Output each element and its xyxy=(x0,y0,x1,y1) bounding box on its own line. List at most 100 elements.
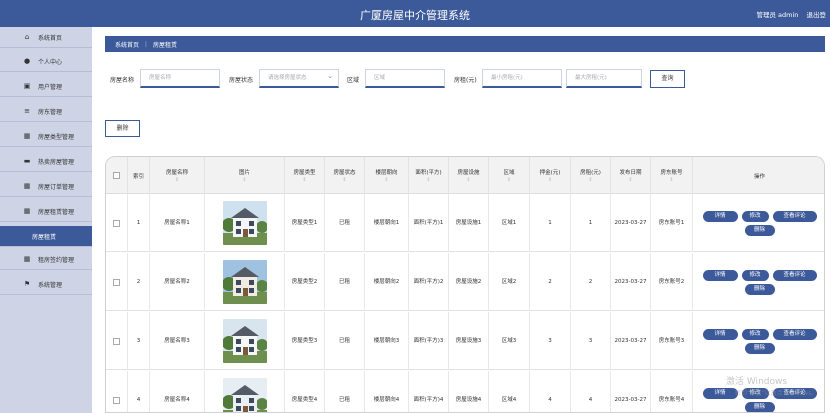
view-comments-button[interactable]: 查看评论 xyxy=(772,210,817,222)
cell-name-text: 房屋名称3 xyxy=(164,337,190,344)
detail-button[interactable]: 详情 xyxy=(702,387,738,399)
detail-button[interactable]: 详情 xyxy=(702,328,738,340)
cell-orientation: 楼层朝向2 xyxy=(365,253,409,311)
grid-icon: ▦ xyxy=(23,132,31,140)
cell-facilities: 房屋设施1 xyxy=(449,194,489,252)
flag-icon: ⚑ xyxy=(23,280,31,288)
select-all-checkbox[interactable] xyxy=(113,172,120,179)
cell-type-text: 房屋类型2 xyxy=(291,278,318,285)
sidebar-item-home[interactable]: ⌂ 系统首页 xyxy=(0,27,92,48)
area-filter-input[interactable]: 区域 xyxy=(365,69,445,88)
filter-bar: 房屋名称 房屋名称 房屋状态 请选择房屋状态 区域 区域 房租(元) 最小房租(… xyxy=(0,68,830,89)
cell-facilities: 房屋设施3 xyxy=(449,312,489,370)
view-comments-button[interactable]: 查看评论 xyxy=(772,328,817,340)
bulk-delete-button[interactable]: 删除 xyxy=(105,120,140,137)
sidebar-item-system[interactable]: ⚑ 系统管理 xyxy=(0,274,92,295)
cell-deposit: 4 xyxy=(530,371,571,412)
header-name[interactable]: 房屋名称 ⇕ xyxy=(150,157,205,194)
row-checkbox-cell xyxy=(106,253,128,311)
row-checkbox[interactable] xyxy=(113,278,120,286)
header-select-all[interactable] xyxy=(106,157,128,194)
cell-rent: 3 xyxy=(571,312,611,370)
header-rent[interactable]: 房租(元) ⇕ xyxy=(571,157,611,194)
sidebar-item-label: 房屋订单管理 xyxy=(38,183,75,191)
cell-region: 区域2 xyxy=(489,253,530,311)
cell-type: 房屋类型1 xyxy=(285,194,325,252)
header-orientation[interactable]: 楼层朝向 ⇕ xyxy=(365,157,409,194)
delete-button[interactable]: 删除 xyxy=(744,224,775,236)
sidebar-item-hot-houses[interactable]: ▬ 热卖房屋管理 xyxy=(0,151,92,172)
row-checkbox[interactable] xyxy=(113,337,120,345)
sidebar-item-label: 个人中心 xyxy=(38,58,63,66)
home-icon: ⌂ xyxy=(24,33,30,41)
row-checkbox[interactable] xyxy=(113,396,120,404)
header-facilities[interactable]: 房屋设施 ⇕ xyxy=(449,157,489,194)
user-area: 管理员 admin 退出登 xyxy=(750,9,826,19)
cell-deposit: 3 xyxy=(530,312,571,370)
sidebar-item-orders[interactable]: ▦ 房屋订单管理 xyxy=(0,176,92,197)
edit-button[interactable]: 修改 xyxy=(741,210,769,222)
house-thumbnail[interactable] xyxy=(222,260,267,304)
sidebar-item-contracts[interactable]: ▦ 租房签约管理 xyxy=(0,249,92,270)
cell-actions: 详情 修改 查看评论删除 xyxy=(693,194,824,252)
delete-button[interactable]: 删除 xyxy=(744,401,775,412)
cell-area: 面积(平方)4 xyxy=(409,371,449,412)
cell-name: 房屋名称3 xyxy=(150,312,205,370)
cell-status-text: 已租 xyxy=(338,219,350,226)
cell-status-text: 已租 xyxy=(338,396,350,403)
cell-index: 4 xyxy=(128,371,150,412)
detail-button[interactable]: 详情 xyxy=(702,210,738,222)
status-filter-select[interactable]: 请选择房屋状态 xyxy=(259,68,339,88)
sidebar-item-landlords[interactable]: ≡ 房东管理 xyxy=(0,101,92,122)
cell-region: 区域3 xyxy=(489,312,530,370)
view-comments-button[interactable]: 查看评论 xyxy=(772,269,817,281)
sidebar-item-house-types[interactable]: ▦ 房屋类型管理 xyxy=(0,126,92,147)
cell-index-text: 3 xyxy=(136,337,141,344)
cell-landlord-text: 房东账号2 xyxy=(658,278,685,285)
logout-link[interactable]: 退出登 xyxy=(807,11,827,19)
house-thumbnail[interactable] xyxy=(222,201,267,245)
rent-min-input[interactable]: 最小房租(元) xyxy=(482,69,562,88)
cell-facilities-text: 房屋设施2 xyxy=(455,278,482,285)
cell-deposit: 2 xyxy=(530,253,571,311)
breadcrumb-home[interactable]: 系统首页 xyxy=(115,40,139,49)
sidebar-item-label: 租房签约管理 xyxy=(38,256,75,264)
cell-status: 已租 xyxy=(325,253,365,311)
cell-facilities: 房屋设施2 xyxy=(449,253,489,311)
header-area[interactable]: 面积(平方) ⇕ xyxy=(409,157,449,194)
header-image[interactable]: 图片 ⇕ xyxy=(205,157,285,194)
house-thumbnail[interactable] xyxy=(222,378,267,412)
sort-icon: ⇕ xyxy=(628,177,633,183)
edit-button[interactable]: 修改 xyxy=(741,269,769,281)
row-checkbox[interactable] xyxy=(113,219,120,227)
header-deposit[interactable]: 押金(元) ⇕ xyxy=(530,157,571,194)
sidebar-item-rental-management[interactable]: ▦ 房屋租赁管理 xyxy=(0,201,92,222)
delete-button[interactable]: 删除 xyxy=(744,342,775,354)
cell-rent-text: 1 xyxy=(588,219,593,226)
sort-icon: ⇕ xyxy=(384,177,389,183)
cell-type: 房屋类型2 xyxy=(285,253,325,311)
edit-button[interactable]: 修改 xyxy=(741,328,769,340)
sort-icon: ⇕ xyxy=(506,177,512,183)
detail-button[interactable]: 详情 xyxy=(702,269,738,281)
table-row: 3 房屋名称3 房屋类型3 已租 楼层朝向3 面积(平方)3 房屋设施3 区域3 3 3 2023-… xyxy=(106,312,824,370)
table-row: 2 房屋名称2 房屋类型2 已租 楼层朝向2 面积(平方)2 房屋设施2 区域2 2 2 2023-… xyxy=(106,253,824,311)
house-thumbnail[interactable] xyxy=(222,319,267,363)
status-filter-label: 房屋状态 xyxy=(229,77,254,84)
cell-region: 区域4 xyxy=(489,371,530,412)
name-filter-input[interactable]: 房屋名称 xyxy=(140,69,220,88)
cell-area-text: 面积(平方)4 xyxy=(413,396,444,403)
cell-area: 面积(平方)1 xyxy=(409,194,449,252)
cell-region-text: 区域2 xyxy=(501,278,517,285)
header-region[interactable]: 区域 ⇕ xyxy=(489,157,530,194)
header-date[interactable]: 发布日期 ⇕ xyxy=(611,157,651,194)
header-landlord[interactable]: 房东账号 ⇕ xyxy=(651,157,693,194)
cell-actions: 详情 修改 查看评论删除 xyxy=(693,312,824,370)
search-button[interactable]: 查询 xyxy=(650,70,685,88)
header-status[interactable]: 房屋状态 ⇕ xyxy=(325,157,365,194)
sidebar-item-rental[interactable]: 房屋租赁 xyxy=(0,226,92,247)
delete-button[interactable]: 删除 xyxy=(744,283,775,295)
header-type[interactable]: 房屋类型 ⇕ xyxy=(285,157,325,194)
rent-max-input[interactable]: 最大房租(元) xyxy=(566,69,642,88)
user-icon: ● xyxy=(23,57,31,65)
